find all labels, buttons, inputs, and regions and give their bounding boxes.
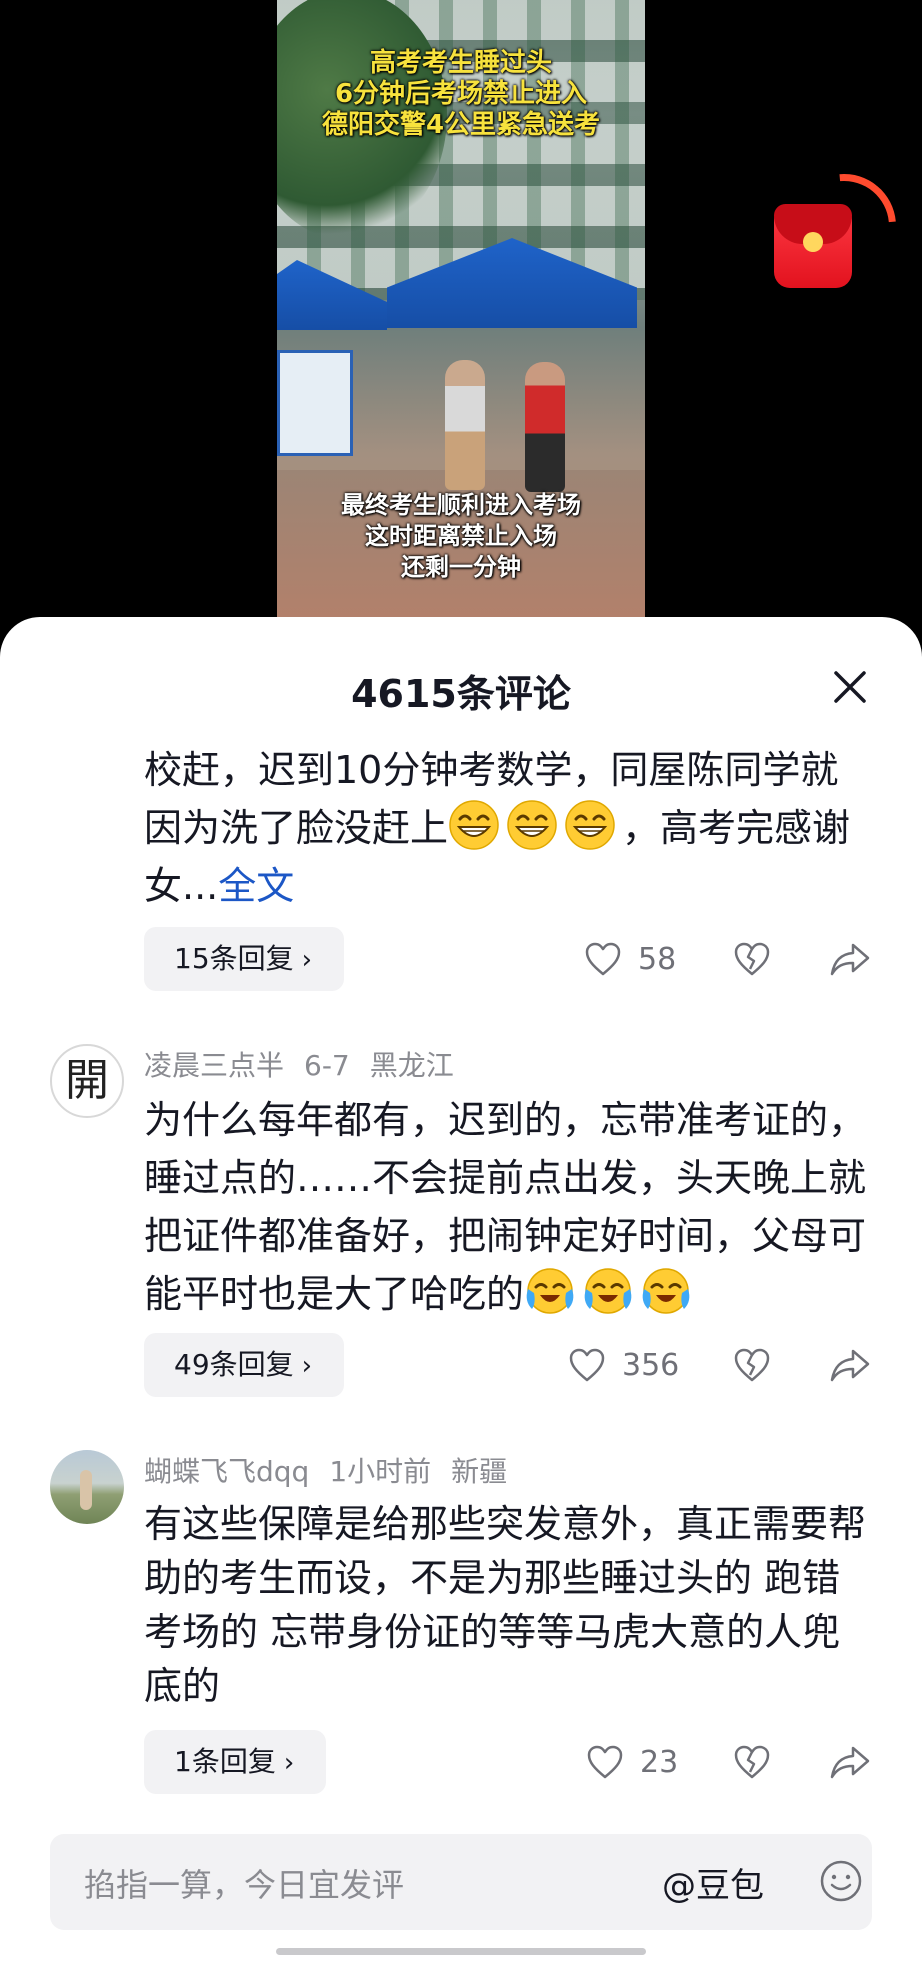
expand-full-text-link[interactable]: 全文 <box>218 864 294 908</box>
comment-date: 6-7 <box>304 1049 350 1082</box>
comment-username[interactable]: 蝴蝶飞飞dqq <box>144 1455 309 1488</box>
comment-actions: 356 <box>0 1335 922 1395</box>
avatar[interactable] <box>50 1450 124 1524</box>
heart-icon <box>587 1745 623 1779</box>
comment-input-placeholder: 掐指一算，今日宜发评 <box>84 1866 405 1904</box>
comment-count-title: 4615条评论 <box>351 672 571 716</box>
loudly-crying-face-emoji <box>642 1268 690 1314</box>
share-icon[interactable] <box>828 1740 872 1784</box>
video-title-line: 高考考生睡过头 <box>369 48 552 78</box>
like-button[interactable]: 356 <box>568 1341 679 1389</box>
grinning-face-emoji <box>565 800 615 850</box>
heart-icon <box>585 942 621 976</box>
like-button[interactable]: 23 <box>586 1738 678 1786</box>
comment-body: 为什么每年都有，迟到的，忘带准考证的，睡过点的……不会提前点出发，头天晚上就把证… <box>144 1098 867 1316</box>
comment-actions: 23 <box>0 1732 922 1792</box>
comment-sheet: 4615条评论 校赶，迟到10分钟考数学，同屋陈同学就因为洗了脸没赶上 ，高考完感… <box>0 617 922 1961</box>
heart-icon <box>569 1348 605 1382</box>
video-caption-overlay: 最终考生顺利进入考场 这时距离禁止入场 还剩一分钟 <box>277 490 645 583</box>
grinning-face-emoji <box>507 800 557 850</box>
comment-text: 校赶，迟到10分钟考数学，同屋陈同学就因为洗了脸没赶上 ，高考完感谢女...全文 <box>144 741 872 915</box>
like-count: 23 <box>640 1744 679 1780</box>
video-title-line: 6分钟后考场禁止进入 <box>334 79 588 109</box>
comment-meta: 凌晨三点半 6-7 黑龙江 <box>144 1044 474 1084</box>
grinning-face-emoji <box>449 800 499 850</box>
comment-location: 新疆 <box>451 1455 508 1488</box>
video-player[interactable]: 高考考生睡过头 6分钟后考场禁止进入 德阳交警4公里紧急送考 最终考生顺利进入考… <box>277 0 645 630</box>
video-caption-line: 最终考生顺利进入考场 <box>341 491 581 519</box>
close-icon[interactable] <box>830 667 870 707</box>
share-icon[interactable] <box>828 1343 872 1387</box>
video-person-staff <box>525 362 565 492</box>
loudly-crying-face-emoji <box>526 1268 574 1314</box>
loudly-crying-face-emoji <box>584 1268 632 1314</box>
mention-doubao-button[interactable]: @豆包 <box>662 1858 764 1907</box>
broken-heart-icon[interactable] <box>732 1345 772 1385</box>
broken-heart-icon[interactable] <box>732 1742 772 1782</box>
avatar-calligraphy: 開 <box>65 1055 109 1106</box>
comment-location: 黑龙江 <box>369 1049 454 1082</box>
like-count: 356 <box>622 1347 680 1383</box>
video-title-overlay: 高考考生睡过头 6分钟后考场禁止进入 德阳交警4公里紧急送考 <box>277 48 645 141</box>
comment-input[interactable]: 掐指一算，今日宜发评 @豆包 <box>50 1834 872 1930</box>
comment-text: 为什么每年都有，迟到的，忘带准考证的，睡过点的……不会提前点出发，头天晚上就把证… <box>144 1091 872 1323</box>
comment-actions: 58 <box>0 929 922 989</box>
video-caption-line: 还剩一分钟 <box>401 553 521 581</box>
comment-meta: 蝴蝶飞飞dqq 1小时前 新疆 <box>144 1450 527 1490</box>
comment-text: 有这些保障是给那些突发意外，真正需要帮助的考生而设，不是为那些睡过头的 跑错考场… <box>144 1497 872 1713</box>
avatar[interactable]: 開 <box>50 1044 124 1118</box>
video-caption-line: 这时距离禁止入场 <box>365 522 557 550</box>
video-person-student <box>445 360 485 490</box>
video-title-line: 德阳交警4公里紧急送考 <box>321 110 601 140</box>
like-count: 58 <box>638 941 677 977</box>
red-envelope-seal-icon <box>803 232 823 252</box>
red-envelope-button[interactable] <box>774 204 852 288</box>
broken-heart-icon[interactable] <box>732 939 772 979</box>
share-icon[interactable] <box>828 937 872 981</box>
comment-body: 有这些保障是给那些突发意外，真正需要帮助的考生而设，不是为那些睡过头的 跑错考场… <box>144 1502 867 1708</box>
like-button[interactable]: 58 <box>584 935 676 983</box>
home-indicator[interactable] <box>276 1948 646 1955</box>
video-notice-board <box>277 350 353 456</box>
avatar-photo <box>80 1470 92 1510</box>
comment-date: 1小时前 <box>329 1455 432 1488</box>
comment-username[interactable]: 凌晨三点半 <box>144 1049 284 1082</box>
emoji-picker-icon[interactable] <box>818 1858 864 1904</box>
